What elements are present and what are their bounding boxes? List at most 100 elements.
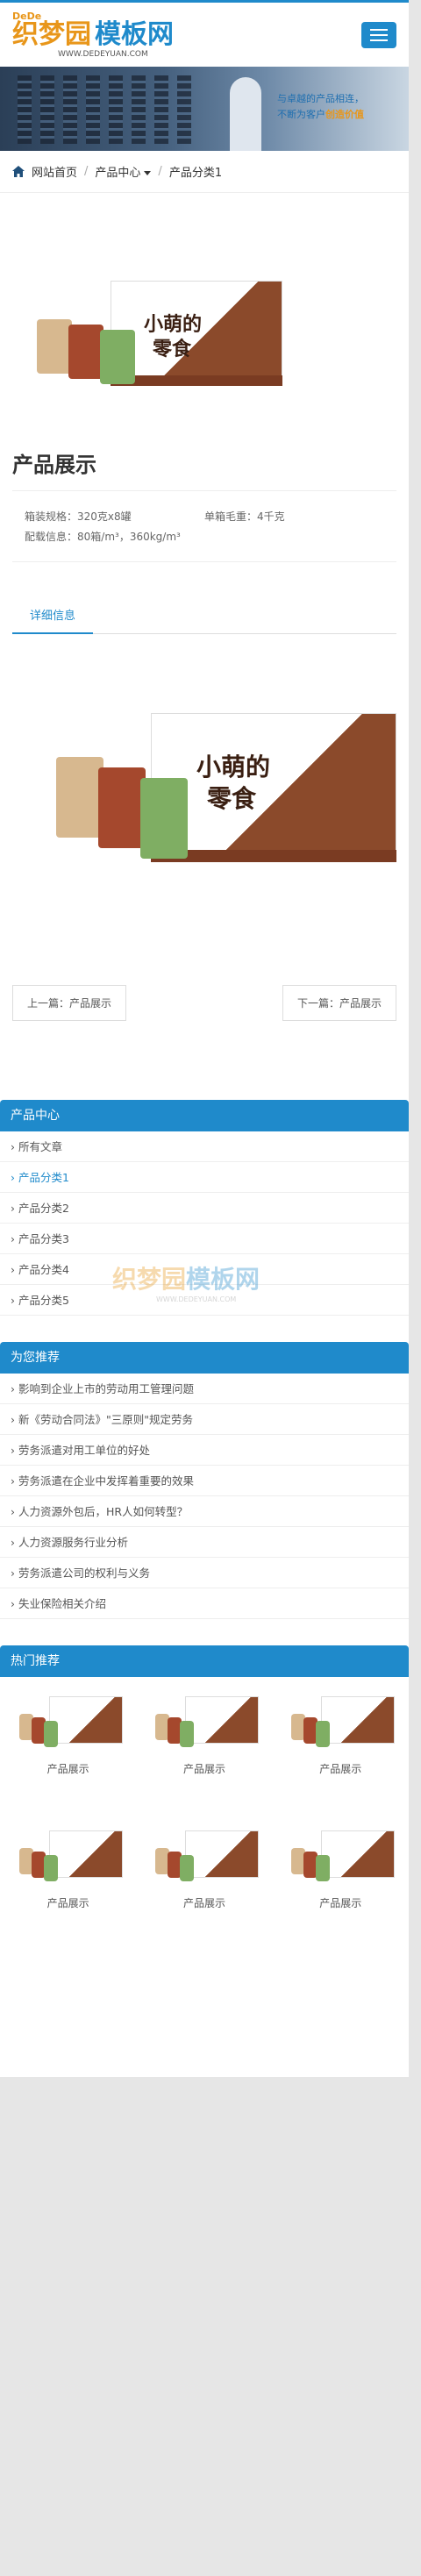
site-watermark: 织梦园模板网 WWW.DEDEYUAN.COM <box>112 1260 260 1303</box>
list-item-label: 产品分类3 <box>18 1232 69 1245</box>
hot-item[interactable]: 产品展示 <box>0 1696 136 1830</box>
recommend-title: 为您推荐 <box>0 1342 409 1374</box>
breadcrumb-current: 产品分类1 <box>168 167 223 180</box>
product-thumbnail <box>14 1696 123 1749</box>
hot-item-caption: 产品展示 <box>319 1897 362 1909</box>
post-pager: 上一篇：产品展示 下一篇：产品展示 <box>12 985 396 1021</box>
tab-detail[interactable]: 详细信息 <box>12 601 94 634</box>
hamburger-menu-button[interactable] <box>361 21 396 48</box>
list-item[interactable]: › 新《劳动合同法》"三原则"规定劳务 <box>0 1404 409 1435</box>
product-thumbnail <box>150 1696 259 1749</box>
snack-pack-image <box>316 1855 331 1881</box>
hot-item[interactable]: 产品展示 <box>273 1696 409 1830</box>
page: DeDe 织梦园 模板网 WWW.DEDEYUAN.COM 与卓越的产品相连， … <box>0 0 409 2077</box>
detail-tabs: 详细信息 <box>12 601 396 634</box>
breadcrumb-section-link[interactable]: 产品中心 <box>95 163 152 180</box>
watermark-url: WWW.DEDEYUAN.COM <box>156 1295 237 1303</box>
product-thumbnail <box>286 1696 396 1749</box>
list-item[interactable]: › 人力资源服务行业分析 <box>0 1527 409 1558</box>
snack-box-base <box>151 850 396 862</box>
breadcrumb-home-link[interactable]: 网站首页 <box>32 163 77 180</box>
server-rack-image <box>154 75 168 144</box>
snack-pack-image <box>179 1855 194 1881</box>
hot-grid: 产品展示 产品展示 产品展示 产品展示 产品展示 产品展示 <box>0 1677 409 1965</box>
chevron-down-icon <box>144 171 152 175</box>
hot-item[interactable]: 产品展示 <box>273 1830 409 1965</box>
prev-post-link[interactable]: 上一篇：产品展示 <box>12 985 127 1021</box>
server-rack-image <box>132 75 146 144</box>
hot-item-caption: 产品展示 <box>319 1763 362 1775</box>
server-rack-image <box>18 75 32 144</box>
snack-box-base <box>111 375 282 386</box>
list-item-label: 劳务派遣公司的权利与义务 <box>18 1566 150 1580</box>
logo-cn-b: 模板网 <box>95 19 174 50</box>
list-item[interactable]: › 产品分类3 <box>0 1224 409 1254</box>
snack-box-image <box>321 1696 396 1744</box>
product-main-image: 小萌的 零食 <box>12 246 396 421</box>
logo-cn-a: 织梦园 <box>12 19 91 50</box>
list-item[interactable]: › 失业保险相关介绍 <box>0 1588 409 1619</box>
site-logo[interactable]: DeDe 织梦园 模板网 WWW.DEDEYUAN.COM <box>12 11 174 59</box>
list-item-label: 产品分类2 <box>18 1202 69 1215</box>
snack-box-image <box>184 1696 259 1744</box>
spec-package: 箱装规格：320克x8罐 <box>25 510 132 523</box>
snack-pack-image <box>179 1721 194 1747</box>
home-icon <box>12 166 25 177</box>
list-item-label: 失业保险相关介绍 <box>18 1597 106 1610</box>
site-header: DeDe 织梦园 模板网 WWW.DEDEYUAN.COM <box>0 0 409 67</box>
server-rack-image <box>63 75 77 144</box>
hot-title: 热门推荐 <box>0 1645 409 1677</box>
snack-pack-image <box>98 767 146 848</box>
product-thumbnail <box>150 1830 259 1883</box>
list-item-label: 所有文章 <box>18 1140 62 1153</box>
breadcrumb: 网站首页 / 产品中心 / 产品分类1 <box>0 151 409 193</box>
list-item-label: 影响到企业上市的劳动用工管理问题 <box>18 1382 194 1395</box>
list-item[interactable]: › 产品分类2 <box>0 1193 409 1224</box>
list-item[interactable]: › 产品分类1 <box>0 1162 409 1193</box>
hot-item-caption: 产品展示 <box>46 1763 89 1775</box>
box-brand-text-b: 零食 <box>207 784 257 813</box>
menu-bar-icon <box>370 39 388 41</box>
list-item[interactable]: › 所有文章 <box>0 1131 409 1162</box>
hot-item-caption: 产品展示 <box>182 1763 225 1775</box>
server-rack-image <box>40 75 54 144</box>
breadcrumb-separator: / <box>158 165 162 178</box>
hot-item[interactable]: 产品展示 <box>136 1696 272 1830</box>
breadcrumb-section-label: 产品中心 <box>95 167 141 180</box>
snack-box-image <box>184 1830 259 1878</box>
list-item[interactable]: › 影响到企业上市的劳动用工管理问题 <box>0 1374 409 1404</box>
list-item[interactable]: › 劳务派遣在企业中发挥着重要的效果 <box>0 1466 409 1496</box>
snack-box-image <box>321 1830 396 1878</box>
banner-slogan: 与卓越的产品相连， 不断为客户创造价值 <box>277 91 364 123</box>
spec-weight: 单箱毛重：4千克 <box>204 510 285 523</box>
logo-url: WWW.DEDEYUAN.COM <box>58 50 148 59</box>
snack-pack-image <box>56 757 103 838</box>
product-specs: 箱装规格：320克x8罐 单箱毛重：4千克 配载信息：80箱/m³，360kg/… <box>12 490 396 562</box>
watermark-text-b: 模板网 <box>186 1265 260 1294</box>
hot-item[interactable]: 产品展示 <box>0 1830 136 1965</box>
banner-line-2a: 不断为客户 <box>277 109 325 120</box>
banner-line-2b: 创造价值 <box>325 109 364 120</box>
snack-pack-image <box>100 330 135 384</box>
snack-pack-image <box>68 325 103 379</box>
snack-box-image <box>151 713 396 853</box>
businessman-image <box>230 77 261 151</box>
list-item-label: 人力资源外包后，HR人如何转型？ <box>18 1505 189 1518</box>
product-thumbnail <box>14 1830 123 1883</box>
snack-pack-image <box>43 1721 58 1747</box>
list-item-label: 劳务派遣在企业中发挥着重要的效果 <box>18 1474 194 1488</box>
product-thumbnail <box>286 1830 396 1883</box>
list-item-label: 产品分类4 <box>18 1263 69 1276</box>
list-item-label: 产品分类1 <box>18 1171 69 1184</box>
hot-item[interactable]: 产品展示 <box>136 1830 272 1965</box>
list-item-label: 新《劳动合同法》"三原则"规定劳务 <box>18 1413 193 1426</box>
server-rack-image <box>86 75 100 144</box>
list-item[interactable]: › 人力资源外包后，HR人如何转型？ <box>0 1496 409 1527</box>
recommend-panel: 为您推荐 › 影响到企业上市的劳动用工管理问题 › 新《劳动合同法》"三原则"规… <box>0 1342 409 1619</box>
product-title: 产品展示 <box>12 453 96 477</box>
next-post-link[interactable]: 下一篇：产品展示 <box>282 985 396 1021</box>
watermark-text-a: 织梦园 <box>112 1265 187 1294</box>
snack-pack-image <box>43 1855 58 1881</box>
list-item[interactable]: › 劳务派遣对用工单位的好处 <box>0 1435 409 1466</box>
list-item[interactable]: › 劳务派遣公司的权利与义务 <box>0 1558 409 1588</box>
